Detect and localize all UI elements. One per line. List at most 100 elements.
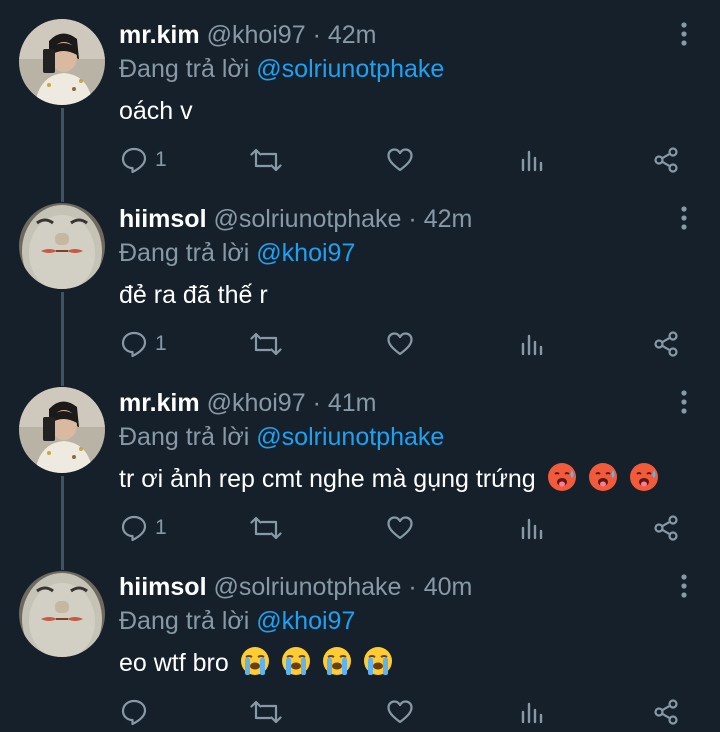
avatar[interactable] [19, 571, 105, 657]
hot-face-emoji [629, 463, 658, 491]
tweet-text: đẻ ra đã thế r [119, 278, 268, 312]
analytics-icon [521, 702, 543, 724]
selfie-photo [19, 19, 105, 105]
replying-label: Đang trả lời [119, 607, 250, 635]
share-button[interactable] [652, 510, 680, 546]
tweet-text: tr ơi ảnh rep cmt nghe mà gụng trứng [119, 462, 659, 496]
share-button[interactable] [652, 326, 680, 362]
tweet[interactable]: hiimsol @solriunotphake · 42m Đang trả l… [0, 184, 720, 368]
more-options-icon[interactable] [674, 20, 694, 50]
action-bar [0, 694, 720, 732]
replying-label: Đang trả lời [119, 55, 250, 83]
display-name[interactable]: mr.kim [119, 21, 200, 49]
loudly-crying-face-emoji [363, 647, 392, 675]
reply-icon [121, 331, 147, 358]
reply-thread: mr.kim @khoi97 · 42m Đang trả lời @solri… [0, 0, 720, 732]
share-button[interactable] [652, 142, 680, 178]
timestamp[interactable]: 42m [424, 205, 473, 233]
action-bar: 1 [0, 326, 720, 366]
share-button[interactable] [652, 694, 680, 730]
tweet-header: hiimsol @solriunotphake · 40m [119, 570, 472, 604]
reply-button[interactable]: 1 [120, 326, 167, 362]
tweet-header: mr.kim @khoi97 · 42m [119, 18, 377, 52]
display-name[interactable]: mr.kim [119, 389, 200, 417]
retweet-button[interactable] [250, 326, 282, 362]
reply-count: 1 [155, 516, 167, 539]
tweet-text-content: oách v [119, 97, 193, 125]
reply-button[interactable]: 1 [120, 142, 167, 178]
share-icon [654, 699, 678, 725]
heart-icon [387, 516, 413, 540]
mention-link[interactable]: @khoi97 [256, 239, 355, 267]
more-options-icon[interactable] [674, 572, 694, 602]
analytics-button[interactable] [520, 326, 544, 362]
mention-link[interactable]: @solriunotphake [256, 55, 444, 83]
user-handle[interactable]: @khoi97 [207, 21, 306, 49]
tweet[interactable]: hiimsol @solriunotphake · 40m Đang trả l… [0, 552, 720, 732]
mention-link[interactable]: @khoi97 [256, 607, 355, 635]
like-button[interactable] [386, 142, 414, 178]
hot-face-emoji [547, 463, 576, 491]
share-icon [654, 515, 678, 541]
loudly-crying-face-emoji [240, 647, 269, 675]
tweet-text-content: eo wtf bro [119, 649, 229, 677]
analytics-button[interactable] [520, 510, 544, 546]
like-button[interactable] [386, 510, 414, 546]
reply-button[interactable]: 1 [120, 510, 167, 546]
tweet-header: mr.kim @khoi97 · 41m [119, 386, 377, 420]
tweet-text-content: đẻ ra đã thế r [119, 281, 268, 309]
share-icon [654, 147, 678, 173]
heart-icon [387, 700, 413, 724]
avatar[interactable] [19, 19, 105, 105]
like-button[interactable] [386, 694, 414, 730]
face-mask-photo [19, 203, 105, 289]
mention-link[interactable]: @solriunotphake [256, 423, 444, 451]
display-name[interactable]: hiimsol [119, 573, 207, 601]
separator-dot: · [408, 205, 417, 233]
replying-to: Đang trả lời @khoi97 [119, 604, 355, 638]
timestamp[interactable]: 42m [328, 21, 377, 49]
like-button[interactable] [386, 326, 414, 362]
tweet-text: eo wtf bro [119, 646, 393, 680]
reply-button[interactable] [120, 694, 155, 730]
share-icon [654, 331, 678, 357]
retweet-icon [250, 516, 282, 540]
tweet[interactable]: mr.kim @khoi97 · 41m Đang trả lời @solri… [0, 368, 720, 552]
action-bar: 1 [0, 510, 720, 550]
user-handle[interactable]: @khoi97 [207, 389, 306, 417]
loudly-crying-face-emoji [322, 647, 351, 675]
action-bar: 1 [0, 142, 720, 182]
display-name[interactable]: hiimsol [119, 205, 207, 233]
user-handle[interactable]: @solriunotphake [213, 573, 401, 601]
separator-dot: · [408, 573, 417, 601]
tweet-header: hiimsol @solriunotphake · 42m [119, 202, 472, 236]
reply-count: 1 [155, 332, 167, 355]
timestamp[interactable]: 40m [424, 573, 473, 601]
loudly-crying-face-emoji [281, 647, 310, 675]
avatar[interactable] [19, 387, 105, 473]
replying-to: Đang trả lời @solriunotphake [119, 420, 444, 454]
retweet-button[interactable] [250, 694, 282, 730]
tweet[interactable]: mr.kim @khoi97 · 42m Đang trả lời @solri… [0, 0, 720, 184]
hot-face-emoji [588, 463, 617, 491]
timestamp[interactable]: 41m [328, 389, 377, 417]
selfie-photo [19, 387, 105, 473]
retweet-button[interactable] [250, 142, 282, 178]
avatar[interactable] [19, 203, 105, 289]
retweet-icon [250, 148, 282, 172]
replying-to: Đang trả lời @khoi97 [119, 236, 355, 270]
more-options-icon[interactable] [674, 204, 694, 234]
analytics-button[interactable] [520, 694, 544, 730]
more-options-icon[interactable] [674, 388, 694, 418]
replying-label: Đang trả lời [119, 239, 250, 267]
heart-icon [387, 332, 413, 356]
reply-icon [121, 699, 147, 726]
separator-dot: · [312, 21, 321, 49]
analytics-icon [521, 518, 543, 540]
user-handle[interactable]: @solriunotphake [213, 205, 401, 233]
analytics-icon [521, 334, 543, 356]
reply-icon [121, 515, 147, 542]
reply-icon [121, 147, 147, 174]
retweet-button[interactable] [250, 510, 282, 546]
analytics-button[interactable] [520, 142, 544, 178]
